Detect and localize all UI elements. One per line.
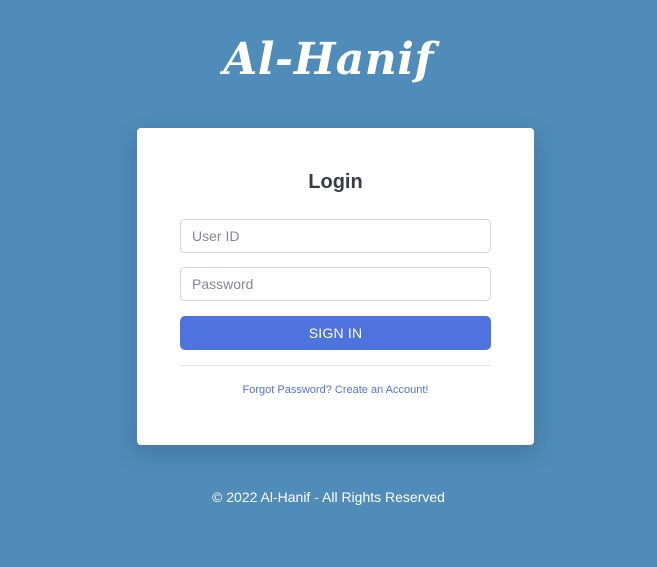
login-card: Login SIGN IN Forgot Password? Create an… — [137, 128, 534, 445]
sign-in-button[interactable]: SIGN IN — [180, 316, 491, 350]
brand-logo: Al-Hanif — [223, 34, 434, 85]
account-links: Forgot Password? Create an Account! — [137, 384, 534, 396]
footer-copyright: © 2022 Al-Hanif - All Rights Reserved — [212, 489, 445, 505]
password-input[interactable] — [180, 267, 491, 301]
divider — [180, 365, 491, 366]
login-title: Login — [308, 171, 363, 193]
create-account-link[interactable]: Create an Account! — [335, 384, 429, 396]
user-id-input[interactable] — [180, 219, 491, 253]
forgot-password-link[interactable]: Forgot Password? — [243, 384, 332, 396]
